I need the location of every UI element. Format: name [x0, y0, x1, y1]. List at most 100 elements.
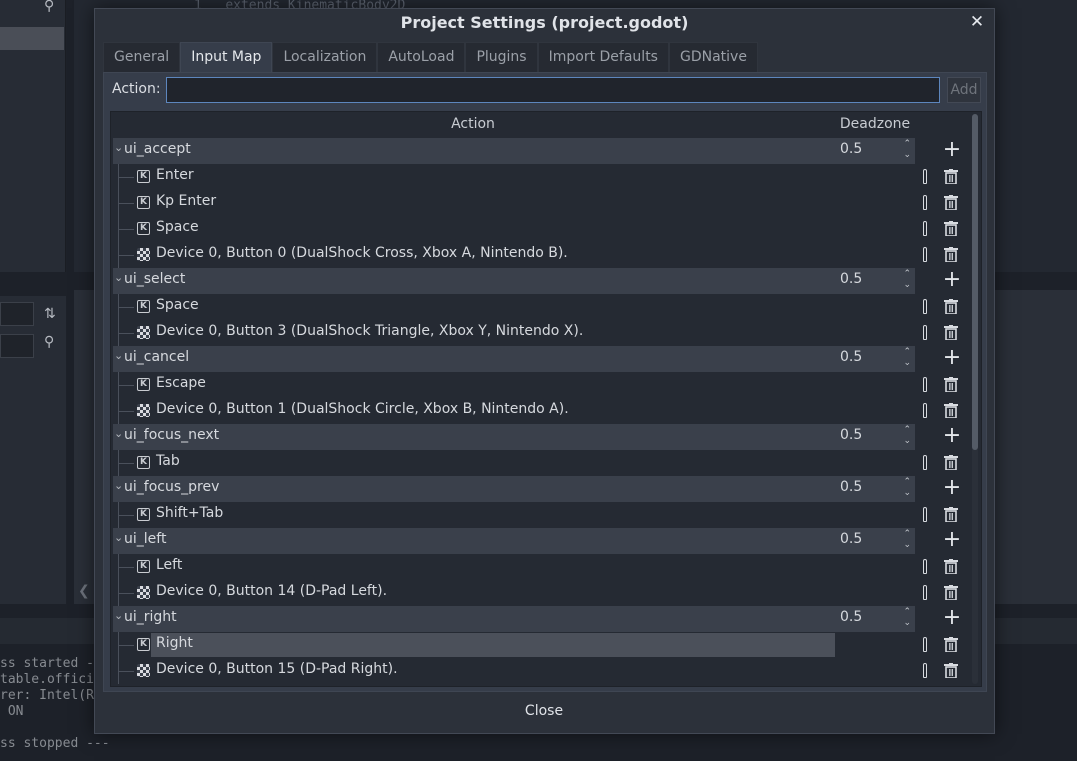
edit-icon[interactable]	[923, 585, 927, 600]
scroll-thumb[interactable]	[972, 114, 978, 450]
trash-icon[interactable]	[944, 299, 958, 314]
sort-icon[interactable]: ⇅	[44, 306, 56, 322]
tree-guide-line	[118, 671, 134, 672]
trash-icon[interactable]	[944, 377, 958, 392]
event-row[interactable]: Device 0, Button 15 (D-Pad Right).	[111, 658, 969, 684]
trash-icon[interactable]	[944, 221, 958, 236]
filesystem-filter-input[interactable]	[0, 302, 34, 326]
trash-icon[interactable]	[944, 663, 958, 678]
add-action-button[interactable]: Add	[947, 77, 981, 103]
tab-import-defaults[interactable]: Import Defaults	[537, 42, 669, 72]
plus-icon[interactable]: +	[942, 606, 962, 632]
action-row[interactable]: ⌄ ui_focus_prev 0.5 ⌃ ⌄ +	[111, 476, 969, 502]
filesystem-search-input[interactable]	[0, 334, 34, 358]
plus-icon[interactable]: +	[942, 528, 962, 554]
trash-icon[interactable]	[944, 637, 958, 652]
edit-icon[interactable]	[923, 663, 927, 678]
chevron-down-icon[interactable]: ⌄	[114, 141, 123, 154]
event-row[interactable]: K Escape	[111, 372, 969, 398]
spinner-arrows-icon[interactable]: ⌃ ⌄	[903, 477, 911, 499]
tree-scrollbar[interactable]	[972, 114, 978, 684]
event-row[interactable]: Device 0, Button 14 (D-Pad Left).	[111, 580, 969, 606]
trash-icon[interactable]	[944, 455, 958, 470]
spinner-arrows-icon[interactable]: ⌃ ⌄	[903, 425, 911, 447]
plus-icon[interactable]: +	[942, 346, 962, 372]
event-row[interactable]: Device 0, Button 0 (DualShock Cross, Xbo…	[111, 242, 969, 268]
event-row[interactable]: K Enter	[111, 164, 969, 190]
tab-general[interactable]: General	[103, 42, 181, 72]
trash-icon[interactable]	[944, 585, 958, 600]
chevron-down-icon[interactable]: ⌄	[114, 271, 123, 284]
edit-icon[interactable]	[923, 195, 927, 210]
edit-icon[interactable]	[923, 455, 927, 470]
deadzone-spinbox[interactable]: 0.5 ⌃ ⌄	[836, 346, 915, 372]
action-row[interactable]: ⌄ ui_accept 0.5 ⌃ ⌄ +	[111, 138, 969, 164]
action-row[interactable]: ⌄ ui_select 0.5 ⌃ ⌄ +	[111, 268, 969, 294]
trash-icon[interactable]	[944, 507, 958, 522]
event-row[interactable]: K Kp Enter	[111, 190, 969, 216]
chevron-down-icon[interactable]: ⌄	[114, 531, 123, 544]
deadzone-spinbox[interactable]: 0.5 ⌃ ⌄	[836, 424, 915, 450]
edit-icon[interactable]	[923, 507, 927, 522]
event-row[interactable]: K Left	[111, 554, 969, 580]
deadzone-value: 0.5	[840, 271, 863, 287]
event-row[interactable]: K Space	[111, 216, 969, 242]
event-row[interactable]: K Right	[111, 632, 969, 658]
chevron-down-icon[interactable]: ⌄	[114, 427, 123, 440]
spinner-arrows-icon[interactable]: ⌃ ⌄	[903, 139, 911, 161]
trash-icon[interactable]	[944, 403, 958, 418]
deadzone-spinbox[interactable]: 0.5 ⌃ ⌄	[836, 138, 915, 164]
spinner-arrows-icon[interactable]: ⌃ ⌄	[903, 607, 911, 629]
deadzone-spinbox[interactable]: 0.5 ⌃ ⌄	[836, 528, 915, 554]
deadzone-spinbox[interactable]: 0.5 ⌃ ⌄	[836, 606, 915, 632]
tab-gdnative[interactable]: GDNative	[668, 42, 758, 72]
edit-icon[interactable]	[923, 325, 927, 340]
action-name: ui_right	[124, 609, 177, 625]
event-row[interactable]: Device 0, Button 1 (DualShock Circle, Xb…	[111, 398, 969, 424]
action-row[interactable]: ⌄ ui_cancel 0.5 ⌃ ⌄ +	[111, 346, 969, 372]
event-row[interactable]: K Shift+Tab	[111, 502, 969, 528]
event-row[interactable]: K Space	[111, 294, 969, 320]
trash-icon[interactable]	[944, 169, 958, 184]
chevron-left-icon[interactable]: ❮	[78, 583, 90, 599]
edit-icon[interactable]	[923, 637, 927, 652]
tab-plugins[interactable]: Plugins	[465, 42, 538, 72]
deadzone-spinbox[interactable]: 0.5 ⌃ ⌄	[836, 476, 915, 502]
action-row[interactable]: ⌄ ui_left 0.5 ⌃ ⌄ +	[111, 528, 969, 554]
tab-localization[interactable]: Localization	[272, 42, 378, 72]
chevron-down-icon[interactable]: ⌄	[114, 479, 123, 492]
edit-icon[interactable]	[923, 559, 927, 574]
plus-icon[interactable]: +	[942, 424, 962, 450]
trash-icon[interactable]	[944, 195, 958, 210]
chevron-down-icon[interactable]: ⌄	[114, 609, 123, 622]
action-name-input[interactable]	[166, 77, 940, 103]
tab-input-map[interactable]: Input Map	[180, 42, 273, 72]
plus-icon[interactable]: +	[942, 476, 962, 502]
deadzone-spinbox[interactable]: 0.5 ⌃ ⌄	[836, 268, 915, 294]
edit-icon[interactable]	[923, 377, 927, 392]
search-icon[interactable]: ⚲	[44, 0, 54, 14]
spinner-arrows-icon[interactable]: ⌃ ⌄	[903, 347, 911, 369]
spinner-arrows-icon[interactable]: ⌃ ⌄	[903, 529, 911, 551]
chevron-down-icon[interactable]: ⌄	[114, 349, 123, 362]
edit-icon[interactable]	[923, 221, 927, 236]
scene-dock-selected-item[interactable]	[0, 27, 64, 50]
edit-icon[interactable]	[923, 169, 927, 184]
plus-icon[interactable]: +	[942, 138, 962, 164]
tab-autoload[interactable]: AutoLoad	[377, 42, 466, 72]
search-icon[interactable]: ⚲	[44, 334, 54, 350]
trash-icon[interactable]	[944, 325, 958, 340]
event-row[interactable]: Device 0, Button 3 (DualShock Triangle, …	[111, 320, 969, 346]
plus-icon[interactable]: +	[942, 268, 962, 294]
edit-icon[interactable]	[923, 299, 927, 314]
event-row[interactable]: K Tab	[111, 450, 969, 476]
close-icon[interactable]: ✕	[966, 11, 988, 33]
edit-icon[interactable]	[923, 247, 927, 262]
close-button[interactable]: Close	[519, 699, 569, 725]
trash-icon[interactable]	[944, 247, 958, 262]
action-row[interactable]: ⌄ ui_right 0.5 ⌃ ⌄ +	[111, 606, 969, 632]
action-row[interactable]: ⌄ ui_focus_next 0.5 ⌃ ⌄ +	[111, 424, 969, 450]
trash-icon[interactable]	[944, 559, 958, 574]
spinner-arrows-icon[interactable]: ⌃ ⌄	[903, 269, 911, 291]
edit-icon[interactable]	[923, 403, 927, 418]
